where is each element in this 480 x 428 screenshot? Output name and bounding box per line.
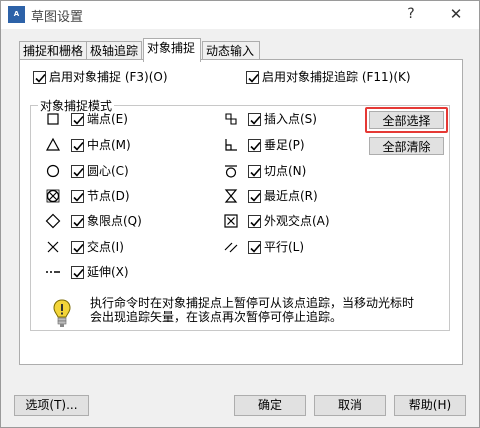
- close-button[interactable]: ✕: [445, 4, 467, 24]
- tab-dynamic-input[interactable]: 动态输入: [202, 41, 260, 61]
- endpoint-checkbox[interactable]: [71, 113, 84, 126]
- intersection-label: 交点(I): [87, 240, 124, 254]
- nearest-checkbox[interactable]: [248, 190, 261, 203]
- parallel-option[interactable]: 平行(L): [248, 239, 304, 255]
- parallel-label: 平行(L): [264, 240, 305, 254]
- nearest-label: 最近点(R): [264, 189, 318, 203]
- title-bar: A 草图设置 ? ✕: [1, 1, 479, 29]
- cancel-button[interactable]: 取消: [314, 395, 386, 416]
- enable-tracking-checkbox[interactable]: [246, 71, 259, 84]
- quadrant-icon: [45, 213, 61, 229]
- tab-object-snap[interactable]: 对象捕捉: [143, 38, 201, 62]
- perpendicular-option[interactable]: 垂足(P): [248, 137, 305, 153]
- drafting-settings-dialog: A 草图设置 ? ✕ 捕捉和栅格 极轴追踪 对象捕捉 动态输入 启用对象捕捉 (…: [0, 0, 480, 428]
- extension-option[interactable]: 延伸(X): [71, 264, 129, 280]
- extension-label: 延伸(X): [87, 265, 129, 279]
- parallel-icon: [224, 242, 238, 253]
- ok-button[interactable]: 确定: [234, 395, 306, 416]
- apparent-intersection-option[interactable]: 外观交点(A): [248, 213, 330, 229]
- nearest-option[interactable]: 最近点(R): [248, 188, 318, 204]
- node-label: 节点(D): [87, 189, 130, 203]
- tangent-checkbox[interactable]: [248, 165, 261, 178]
- center-label: 圆心(C): [87, 164, 129, 178]
- window-title: 草图设置: [31, 10, 84, 25]
- options-button[interactable]: 选项(T)...: [14, 395, 89, 416]
- node-icon: [46, 189, 60, 203]
- object-snap-panel: 启用对象捕捉 (F3)(O) 启用对象捕捉追踪 (F11)(K) 对象捕捉模式 …: [19, 59, 463, 365]
- tangent-icon: [225, 165, 237, 178]
- center-checkbox[interactable]: [71, 165, 84, 178]
- tip-line-2: 会出现追踪矢量，在该点再次暂停可停止追踪。: [90, 310, 343, 324]
- title-help-button[interactable]: ?: [401, 4, 421, 24]
- tracking-tip: 执行命令时在对象捕捉点上暂停可从该点追踪，当移动光标时 会出现追踪矢量，在该点再…: [90, 296, 460, 324]
- insertion-icon: [225, 113, 237, 125]
- intersection-icon: [47, 241, 59, 253]
- extension-checkbox[interactable]: [71, 266, 84, 279]
- insertion-label: 插入点(S): [264, 112, 317, 126]
- apparent-intersection-checkbox[interactable]: [248, 215, 261, 228]
- clear-all-button[interactable]: 全部清除: [369, 137, 444, 155]
- perpendicular-label: 垂足(P): [264, 138, 305, 152]
- intersection-option[interactable]: 交点(I): [71, 239, 124, 255]
- perpendicular-icon: [225, 139, 237, 151]
- tab-polar-tracking[interactable]: 极轴追踪: [86, 41, 142, 61]
- tangent-option[interactable]: 切点(N): [248, 163, 306, 179]
- app-icon: A: [8, 6, 25, 23]
- perpendicular-checkbox[interactable]: [248, 139, 261, 152]
- midpoint-icon: [45, 137, 61, 151]
- apparent-intersection-icon: [224, 214, 238, 228]
- node-option[interactable]: 节点(D): [71, 188, 130, 204]
- midpoint-label: 中点(M): [87, 138, 131, 152]
- lightbulb-icon: [53, 299, 71, 327]
- midpoint-option[interactable]: 中点(M): [71, 137, 131, 153]
- enable-snap-row[interactable]: 启用对象捕捉 (F3)(O): [33, 69, 168, 85]
- endpoint-option[interactable]: 端点(E): [71, 111, 128, 127]
- nearest-icon: [224, 189, 238, 203]
- enable-tracking-label: 启用对象捕捉追踪 (F11)(K): [262, 70, 411, 84]
- tip-line-1: 执行命令时在对象捕捉点上暂停可从该点追踪，当移动光标时: [90, 296, 415, 310]
- help-button[interactable]: 帮助(H): [394, 395, 466, 416]
- endpoint-icon: [47, 113, 59, 125]
- node-checkbox[interactable]: [71, 190, 84, 203]
- midpoint-checkbox[interactable]: [71, 139, 84, 152]
- quadrant-checkbox[interactable]: [71, 215, 84, 228]
- center-icon: [46, 164, 60, 178]
- apparent-intersection-label: 外观交点(A): [264, 214, 330, 228]
- tab-snap-grid[interactable]: 捕捉和栅格: [19, 41, 87, 61]
- quadrant-label: 象限点(Q): [87, 214, 142, 228]
- center-option[interactable]: 圆心(C): [71, 163, 129, 179]
- insertion-checkbox[interactable]: [248, 113, 261, 126]
- extension-icon: [46, 271, 60, 273]
- select-all-button[interactable]: 全部选择: [369, 111, 444, 129]
- intersection-checkbox[interactable]: [71, 241, 84, 254]
- enable-tracking-row[interactable]: 启用对象捕捉追踪 (F11)(K): [246, 69, 411, 85]
- parallel-checkbox[interactable]: [248, 241, 261, 254]
- enable-snap-checkbox[interactable]: [33, 71, 46, 84]
- enable-snap-label: 启用对象捕捉 (F3)(O): [49, 70, 168, 84]
- tangent-label: 切点(N): [264, 164, 307, 178]
- insertion-option[interactable]: 插入点(S): [248, 111, 317, 127]
- quadrant-option[interactable]: 象限点(Q): [71, 213, 142, 229]
- endpoint-label: 端点(E): [87, 112, 128, 126]
